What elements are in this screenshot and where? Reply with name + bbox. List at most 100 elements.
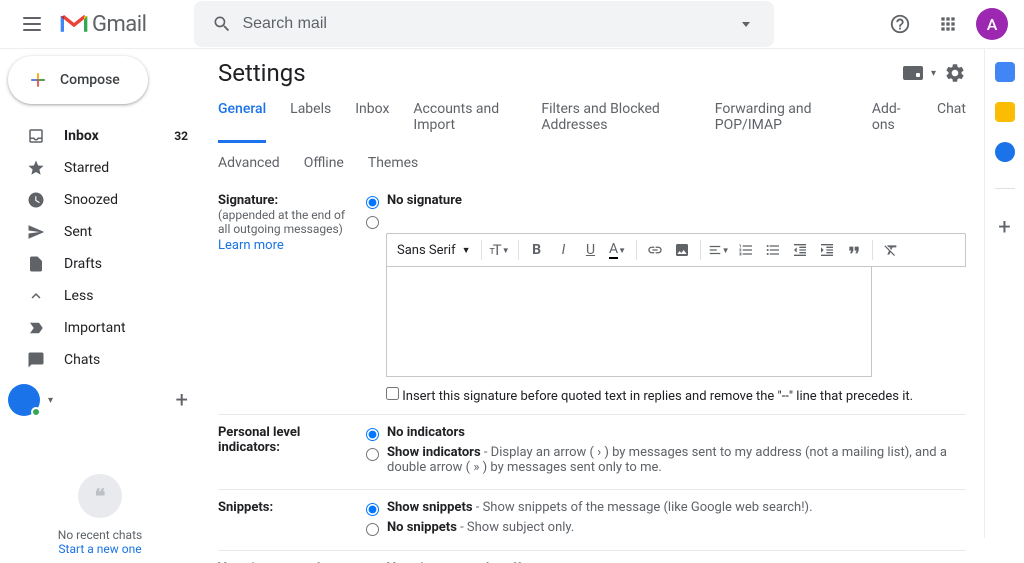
tab-inbox[interactable]: Inbox — [355, 101, 389, 143]
show-snippets-radio[interactable] — [366, 503, 379, 516]
indent-less-button[interactable] — [788, 238, 812, 262]
signature-learn-more-link[interactable]: Learn more — [218, 238, 284, 253]
keep-addon-button[interactable] — [995, 102, 1015, 122]
rail-separator — [995, 188, 1015, 189]
no-indicators-radio[interactable] — [366, 428, 379, 441]
nav-label: Chats — [64, 352, 188, 368]
gmail-wordmark: Gmail — [92, 12, 146, 37]
tab-forwarding-and-pop-imap[interactable]: Forwarding and POP/IMAP — [715, 101, 848, 143]
search-options-button[interactable] — [726, 4, 766, 44]
signature-label: Signature: — [218, 193, 358, 208]
send-icon — [26, 222, 46, 242]
get-addons-button[interactable]: + — [998, 215, 1010, 240]
input-tools-caret[interactable]: ▾ — [931, 68, 936, 79]
input-tools-button[interactable] — [903, 66, 923, 80]
sidebar-item-chats[interactable]: Chats — [0, 344, 200, 376]
font-family-button[interactable]: Sans Serif▼ — [393, 241, 475, 260]
tab-labels[interactable]: Labels — [290, 101, 331, 143]
no-snippets-desc: - Show subject only. — [457, 520, 574, 535]
pli-label: Personal level indicators: — [218, 425, 358, 455]
numbered-list-button[interactable] — [734, 238, 758, 262]
search-box[interactable] — [194, 1, 774, 47]
font-family-label: Sans Serif — [397, 243, 456, 258]
compose-label: Compose — [60, 72, 120, 88]
support-button[interactable] — [880, 4, 920, 44]
remove-formatting-button[interactable] — [879, 238, 903, 262]
hangouts-avatar — [8, 384, 40, 416]
tab-offline[interactable]: Offline — [304, 155, 344, 171]
no-signature-radio[interactable] — [366, 196, 379, 209]
bulleted-list-button[interactable] — [761, 238, 785, 262]
page-title: Settings — [218, 59, 306, 87]
text-color-button[interactable]: A▼ — [606, 238, 630, 262]
caret-down-icon — [742, 22, 750, 27]
nav-label: Inbox — [64, 128, 174, 144]
no-snippets-radio[interactable] — [366, 523, 379, 536]
settings-gear-button[interactable] — [944, 62, 966, 84]
tab-general[interactable]: General — [218, 101, 266, 143]
insert-image-button[interactable] — [670, 238, 694, 262]
tasks-addon-button[interactable] — [995, 142, 1015, 162]
chats-icon — [26, 350, 46, 370]
sidebar-item-sent[interactable]: Sent — [0, 216, 200, 248]
sidebar-item-drafts[interactable]: Drafts — [0, 248, 200, 280]
file-icon — [26, 254, 46, 274]
tab-themes[interactable]: Themes — [368, 155, 418, 171]
apps-button[interactable] — [928, 4, 968, 44]
account-avatar[interactable]: A — [976, 8, 1008, 40]
sidebar-item-starred[interactable]: Starred — [0, 152, 200, 184]
sidebar-item-important[interactable]: Important — [0, 312, 200, 344]
no-snippets-label: No snippets — [387, 520, 457, 535]
tab-advanced[interactable]: Advanced — [218, 155, 280, 171]
align-button[interactable]: ▼ — [707, 238, 731, 262]
no-indicators-label: No indicators — [387, 425, 465, 440]
show-indicators-label: Show indicators — [387, 445, 481, 460]
show-snippets-desc: - Show snippets of the message (like Goo… — [473, 500, 813, 515]
tab-chat[interactable]: Chat — [937, 101, 966, 143]
start-new-chat-link[interactable]: Start a new one — [0, 542, 200, 556]
help-icon — [889, 13, 911, 35]
hamburger-icon — [23, 17, 41, 31]
use-signature-radio[interactable] — [366, 216, 379, 229]
font-size-button[interactable]: тT▼ — [488, 238, 512, 262]
sidebar-item-inbox[interactable]: Inbox32 — [0, 120, 200, 152]
chat-bubble-icon: ❝ — [78, 474, 122, 518]
bold-button[interactable]: B — [525, 238, 549, 262]
sidebar-item-snoozed[interactable]: Snoozed — [0, 184, 200, 216]
hangouts-dropdown-icon: ▾ — [48, 395, 53, 406]
nav-label: Snoozed — [64, 192, 188, 208]
sidebar-item-less[interactable]: Less — [0, 280, 200, 312]
italic-button[interactable]: I — [552, 238, 576, 262]
compose-button[interactable]: Compose — [8, 56, 148, 104]
presence-dot-icon — [31, 407, 41, 417]
calendar-addon-button[interactable] — [995, 62, 1015, 82]
gmail-logo[interactable]: Gmail — [60, 12, 146, 37]
insert-before-checkbox[interactable] — [386, 387, 399, 400]
indent-more-button[interactable] — [815, 238, 839, 262]
insert-link-button[interactable] — [643, 238, 667, 262]
nav-label: Important — [64, 320, 188, 336]
snippets-label: Snippets: — [218, 500, 358, 515]
compose-plus-icon — [28, 70, 48, 90]
show-indicators-radio[interactable] — [366, 448, 379, 461]
signature-desc: (appended at the end of all outgoing mes… — [218, 208, 358, 236]
tab-accounts-and-import[interactable]: Accounts and Import — [413, 101, 517, 143]
nav-label: Drafts — [64, 256, 188, 272]
signature-textarea[interactable] — [386, 267, 872, 377]
signature-toolbar: Sans Serif▼ тT▼ B I U A▼ ▼ — [386, 233, 966, 267]
tab-filters-and-blocked-addresses[interactable]: Filters and Blocked Addresses — [541, 101, 690, 143]
underline-button[interactable]: U — [579, 238, 603, 262]
tab-add-ons[interactable]: Add-ons — [872, 101, 913, 143]
main-menu-button[interactable] — [8, 0, 56, 48]
nav-label: Sent — [64, 224, 188, 240]
no-recent-chats-label: No recent chats — [0, 528, 200, 542]
quote-button[interactable] — [842, 238, 866, 262]
search-input[interactable] — [242, 15, 726, 33]
gmail-m-icon — [60, 14, 88, 34]
apps-grid-icon — [938, 14, 958, 34]
search-icon[interactable] — [202, 4, 242, 44]
new-chat-button[interactable]: + — [176, 388, 188, 413]
nav-label: Starred — [64, 160, 188, 176]
no-signature-label: No signature — [387, 193, 462, 208]
hangouts-user-row[interactable]: ▾ + — [0, 376, 200, 420]
